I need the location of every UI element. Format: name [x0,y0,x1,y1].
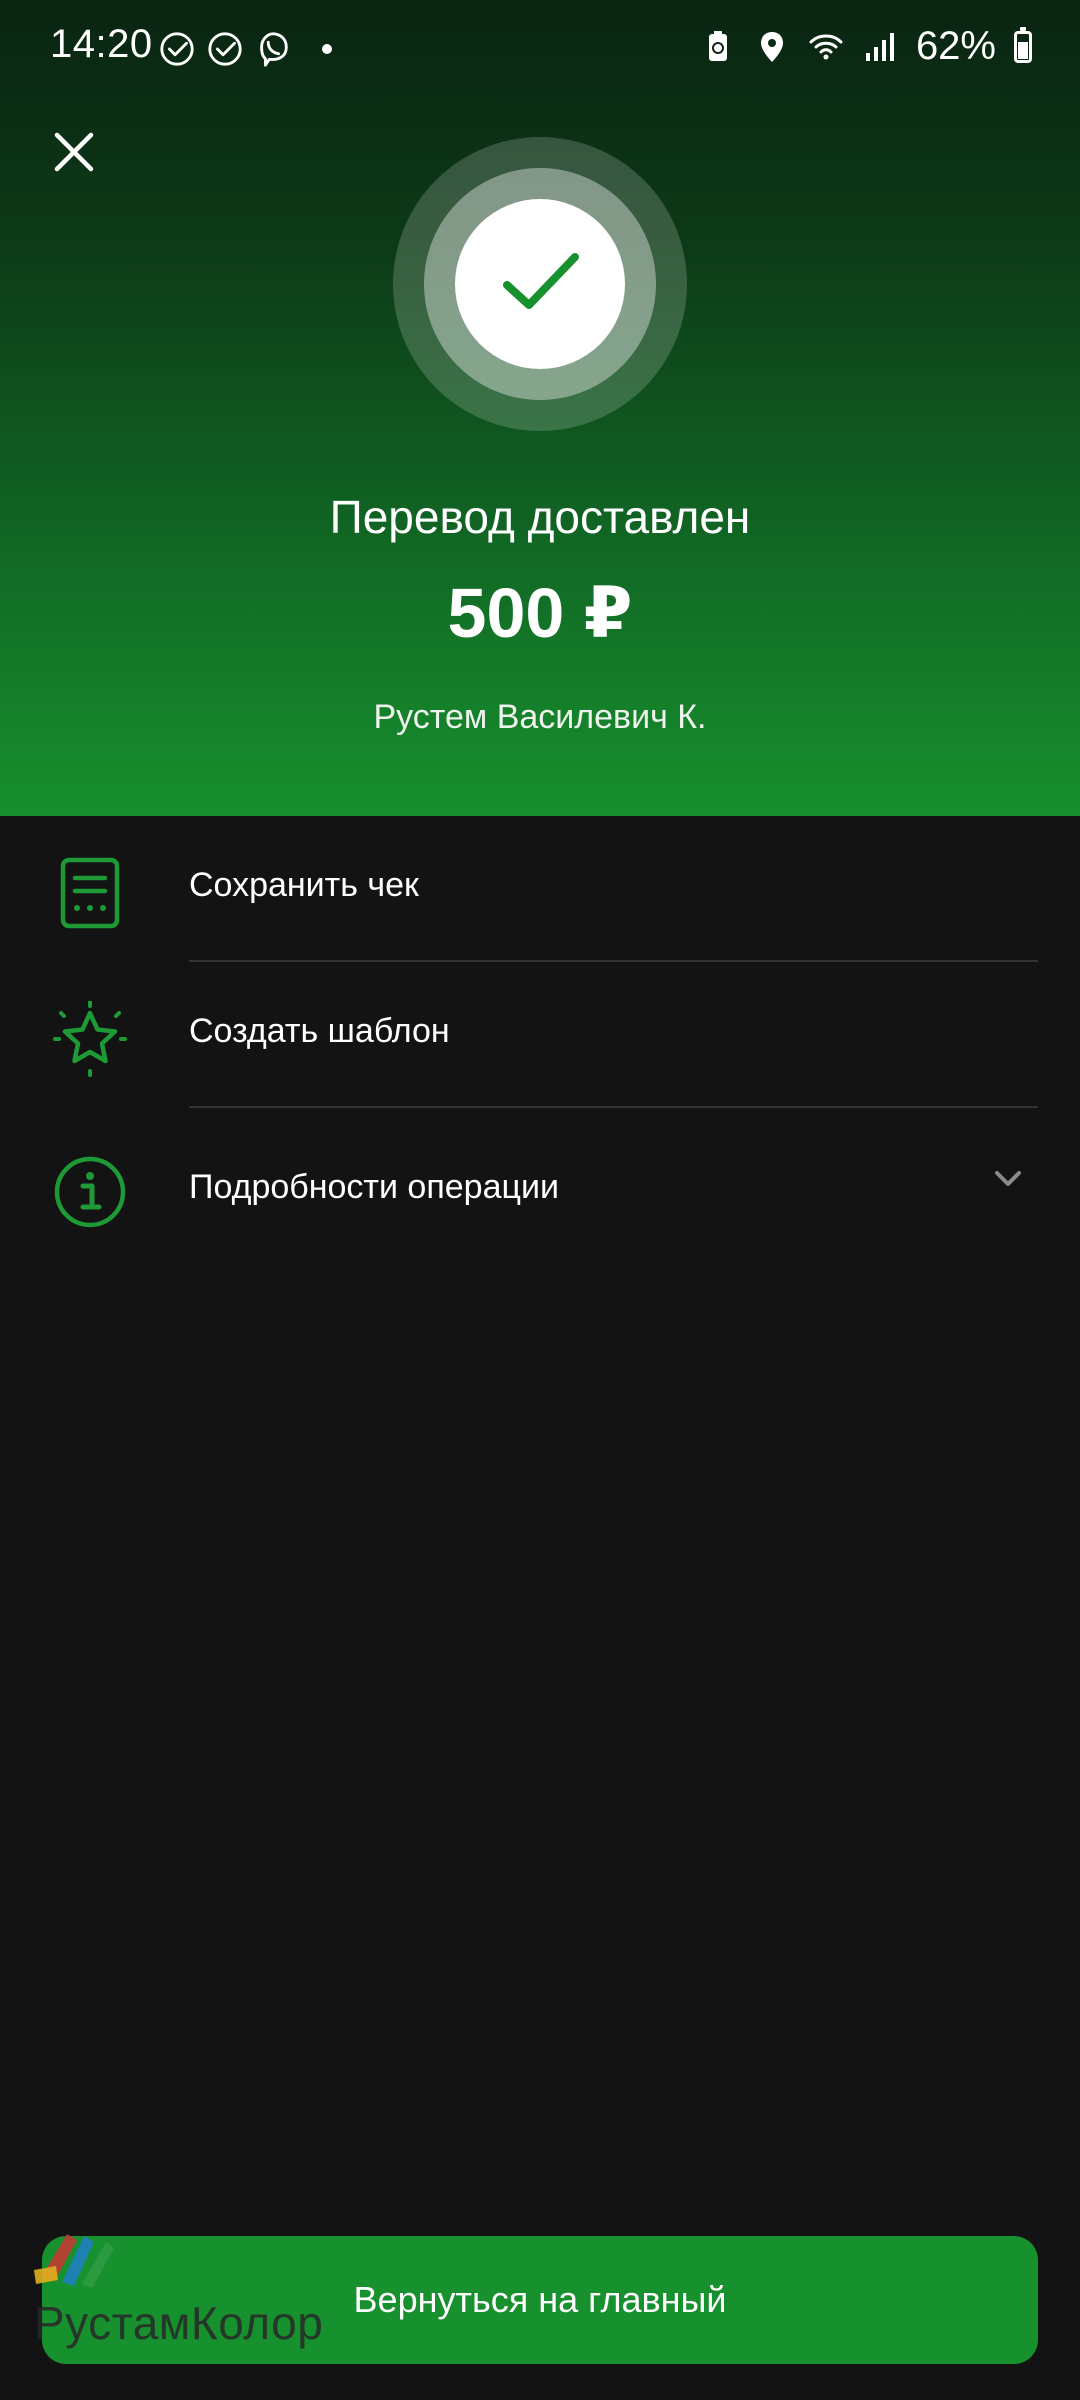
battery-percent: 62% [915,24,996,68]
battery-fill [1018,42,1028,59]
star-icon [50,999,130,1079]
signal-icon [865,32,894,61]
return-home-button[interactable]: Вернуться на главный [42,2236,1038,2364]
status-time: 14:20 [50,22,153,66]
close-button[interactable] [44,122,104,182]
receipt-icon [50,853,130,933]
transfer-status-title: Перевод доставлен [329,491,751,543]
more-notifications-dot [322,44,332,54]
save-receipt-label: Сохранить чек [189,866,419,904]
close-icon [54,132,94,172]
battery-icon [1014,26,1032,63]
save-receipt-item[interactable]: Сохранить чек [0,816,1080,962]
status-bar: 14:20 62% [0,0,1080,96]
check-circle-icon [160,32,194,66]
success-badge [393,137,687,431]
operation-details-label: Подробности операции [189,1168,559,1206]
create-template-label: Создать шаблон [189,1012,450,1050]
viber-icon [260,32,288,67]
transfer-amount: 500 ₽ [447,574,633,652]
create-template-item[interactable]: Создать шаблон [0,962,1080,1108]
wifi-icon [809,34,843,59]
info-icon [50,1152,130,1232]
battery-saver-icon [708,30,727,61]
location-icon [760,31,783,62]
recipient-name: Рустем Василевич К. [373,698,707,736]
success-badge-core [455,199,625,369]
system-status-icons: 62% [700,24,1032,69]
check-circle-icon [208,32,242,66]
operation-details-item[interactable]: Подробности операции [0,1108,1080,1254]
transfer-success-screen: 14:20 62% Перевод доставлен 500 ₽ Рустем… [0,0,1080,2400]
chevron-down-icon[interactable] [992,1163,1024,1195]
checkmark-icon [503,253,579,309]
notification-icons [158,30,332,68]
actions-list: Сохранить чек Создать шаблон Подробности… [0,816,1080,1254]
